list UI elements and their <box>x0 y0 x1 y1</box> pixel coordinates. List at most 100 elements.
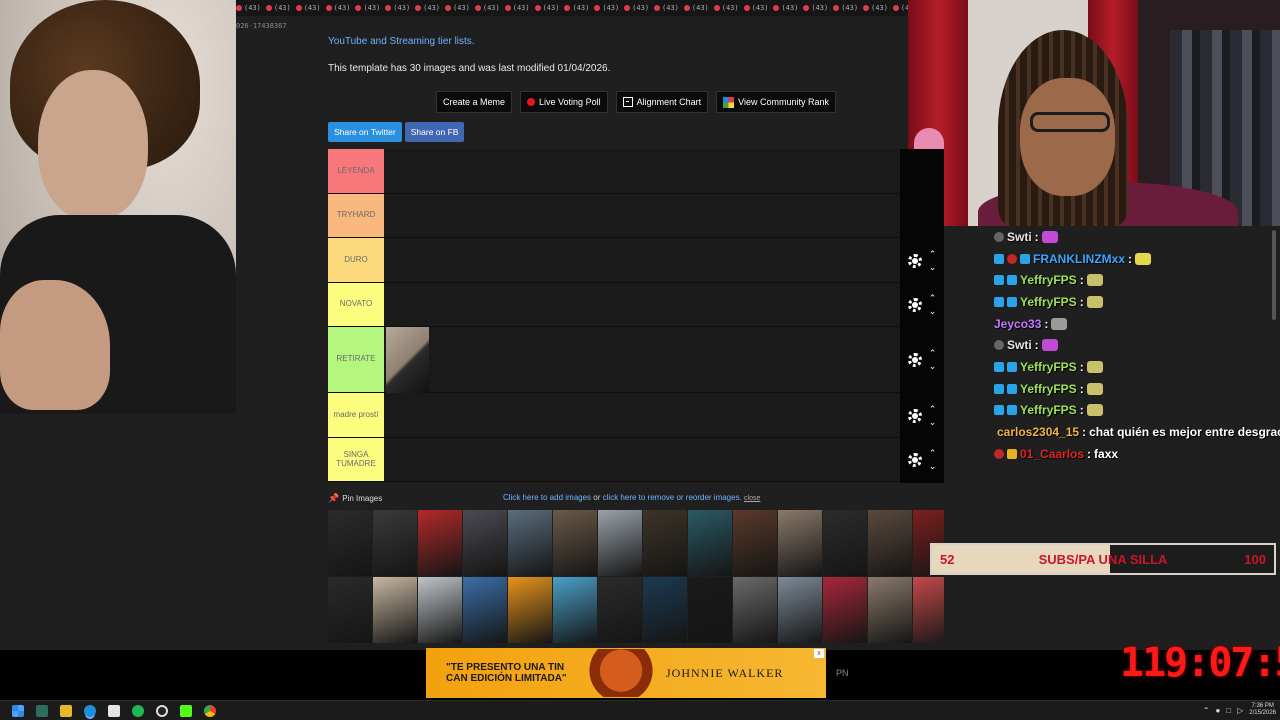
notification-item[interactable]: (43) <box>474 4 500 12</box>
tier-drop-zone[interactable] <box>384 149 900 193</box>
gallery-image[interactable] <box>463 577 507 643</box>
kick-icon[interactable] <box>180 704 192 717</box>
gallery-image[interactable] <box>328 510 372 576</box>
gallery-image[interactable] <box>598 577 642 643</box>
gallery-image[interactable] <box>688 510 732 576</box>
chevron-down-icon[interactable]: ⌄ <box>929 462 937 471</box>
gallery-image[interactable] <box>418 577 462 643</box>
tier-image[interactable] <box>386 327 429 393</box>
chrome-icon[interactable] <box>204 704 216 717</box>
gear-icon[interactable] <box>907 353 922 367</box>
gallery-image[interactable] <box>913 577 944 643</box>
gallery-image[interactable] <box>778 577 822 643</box>
notification-item[interactable]: (43) <box>415 4 440 12</box>
tier-label[interactable]: NOVATO <box>328 283 384 326</box>
chat-username[interactable]: FRANKLINZMxx <box>1033 252 1125 266</box>
tier-drop-zone[interactable] <box>384 438 900 481</box>
notification-item[interactable]: (43) <box>295 4 321 12</box>
tier-label[interactable]: DURO <box>328 238 384 282</box>
notification-item[interactable]: (43) <box>773 4 798 12</box>
pin-images-toggle[interactable]: 📌 Pin Images <box>328 493 382 504</box>
share-facebook-button[interactable]: Share on FB <box>404 122 465 142</box>
chevron-up-icon[interactable]: ⌃ <box>1203 706 1210 715</box>
notification-item[interactable]: (43) <box>833 4 858 12</box>
chat-username[interactable]: YeffryFPS <box>1020 382 1077 396</box>
notification-item[interactable]: (43) <box>504 4 530 12</box>
alignment-chart-button[interactable]: Alignment Chart <box>615 91 709 113</box>
tier-drop-zone[interactable] <box>384 393 900 437</box>
tier-drop-zone[interactable] <box>384 238 900 282</box>
notepad-icon[interactable] <box>108 704 120 717</box>
windows-start-icon[interactable] <box>12 704 24 717</box>
chat-username[interactable]: carlos2304_15 <box>997 425 1079 439</box>
chat-username[interactable]: 01_Caarlos <box>1020 447 1084 461</box>
gallery-image[interactable] <box>778 510 822 576</box>
notification-item[interactable]: (43) <box>564 4 589 12</box>
gear-icon[interactable] <box>907 453 922 467</box>
gallery-image[interactable] <box>463 510 507 576</box>
streaming-tier-lists-link[interactable]: YouTube and Streaming tier lists. <box>328 36 475 47</box>
gallery-image[interactable] <box>733 510 777 576</box>
notification-item[interactable]: (43) <box>355 4 380 12</box>
gallery-image[interactable] <box>823 510 867 576</box>
notification-item[interactable]: (43) <box>743 4 768 12</box>
gallery-image[interactable] <box>508 577 552 643</box>
gallery-image[interactable] <box>373 510 417 576</box>
notification-item[interactable]: (43) <box>654 4 679 12</box>
gallery-image[interactable] <box>418 510 462 576</box>
file-explorer-icon[interactable] <box>60 704 72 717</box>
notification-item[interactable]: (43) <box>892 4 908 12</box>
chevron-up-icon[interactable]: ⌃ <box>929 404 937 414</box>
notification-item[interactable]: (43) <box>534 4 559 12</box>
terminal-icon[interactable] <box>36 704 48 717</box>
notification-item[interactable]: (43) <box>683 4 709 12</box>
notification-item[interactable]: (43) <box>803 4 828 12</box>
tier-drop-zone[interactable] <box>384 327 900 393</box>
notification-item[interactable]: (43) <box>236 4 261 12</box>
share-twitter-button[interactable]: Share on Twitter <box>328 122 402 142</box>
tier-label[interactable]: SINGA TUMADRE <box>328 438 384 481</box>
clock[interactable]: 7:36 PM 2/15/2026 <box>1249 703 1276 717</box>
gallery-image[interactable] <box>598 510 642 576</box>
gear-icon[interactable] <box>907 253 922 268</box>
volume-icon[interactable]: ▷ <box>1237 706 1243 715</box>
tier-label[interactable]: madre prostí <box>328 393 384 437</box>
obs-icon[interactable] <box>156 704 168 717</box>
edge-browser-icon[interactable] <box>84 704 96 717</box>
chat-username[interactable]: YeffryFPS <box>1020 295 1077 309</box>
tier-label[interactable]: LEYENDA <box>328 149 384 193</box>
chevron-up-icon[interactable]: ⌃ <box>929 249 937 259</box>
chevron-down-icon[interactable]: ⌄ <box>929 362 937 371</box>
view-community-rank-button[interactable]: View Community Rank <box>716 91 836 113</box>
ad-close-icon[interactable]: x <box>814 649 824 658</box>
gallery-image[interactable] <box>553 510 597 576</box>
spotify-icon[interactable] <box>132 704 144 717</box>
chevron-up-icon[interactable]: ⌃ <box>929 294 937 303</box>
chat-username[interactable]: Jeyco33 <box>994 317 1041 331</box>
chevron-down-icon[interactable]: ⌄ <box>929 417 937 427</box>
close-help-link[interactable]: close <box>744 495 760 502</box>
gear-icon[interactable] <box>907 298 922 312</box>
gallery-image[interactable] <box>823 577 867 643</box>
notification-item[interactable]: (43) <box>385 4 410 12</box>
create-meme-button[interactable]: Create a Meme <box>436 91 513 113</box>
tier-label[interactable]: TRYHARD <box>328 194 384 237</box>
gallery-image[interactable] <box>373 577 417 643</box>
chevron-down-icon[interactable]: ⌄ <box>929 262 937 272</box>
chevron-down-icon[interactable]: ⌄ <box>929 307 937 316</box>
chevron-up-icon[interactable]: ⌃ <box>929 449 937 458</box>
notification-item[interactable]: (43) <box>325 4 350 12</box>
notification-item[interactable]: (43) <box>445 4 470 12</box>
chat-username[interactable]: YeffryFPS <box>1020 403 1077 417</box>
tier-drop-zone[interactable] <box>384 194 900 237</box>
gallery-image[interactable] <box>643 577 687 643</box>
chat-scrollbar[interactable] <box>1272 230 1276 320</box>
gallery-image[interactable] <box>643 510 687 576</box>
network-icon[interactable]: □ <box>1226 706 1231 715</box>
notification-item[interactable]: (43) <box>863 4 888 12</box>
gallery-image[interactable] <box>328 577 372 643</box>
add-images-link[interactable]: Click here to add images <box>503 493 591 502</box>
gallery-image[interactable] <box>508 510 552 576</box>
chevron-up-icon[interactable]: ⌃ <box>929 349 937 358</box>
notification-item[interactable]: (43) <box>624 4 649 12</box>
